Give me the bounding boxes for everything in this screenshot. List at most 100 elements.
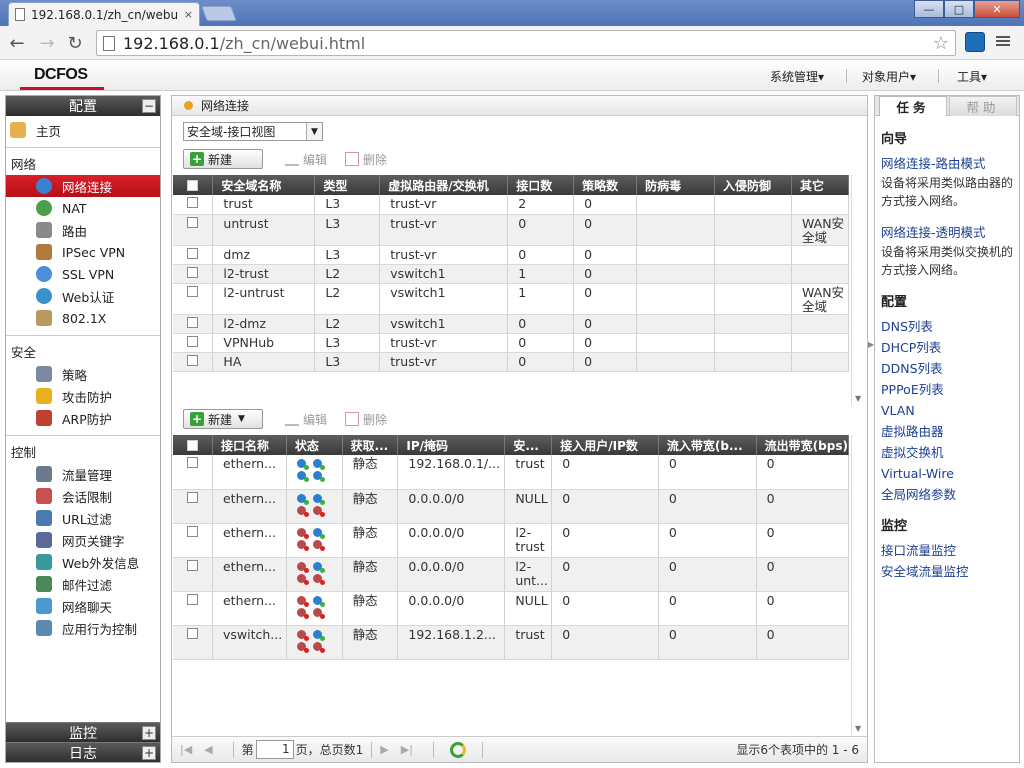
nav-web-keyword[interactable]: 网页关键字 xyxy=(6,529,160,551)
row-checkbox[interactable] xyxy=(173,195,214,215)
row-checkbox[interactable] xyxy=(173,352,214,372)
nav-arp-defense[interactable]: ARP防护 xyxy=(6,407,160,429)
config-link[interactable]: PPPoE列表 xyxy=(881,379,1013,400)
nav-nat[interactable]: NAT xyxy=(6,197,160,219)
column-header[interactable]: 入侵防御 xyxy=(714,175,792,195)
config-link[interactable]: Virtual-Wire xyxy=(881,463,1013,484)
config-link[interactable]: VLAN xyxy=(881,400,1013,421)
monitor-link[interactable]: 安全域流量监控 xyxy=(881,561,1013,582)
table-row[interactable]: ethern... 静态 0.0.0.0/0 NULL 0 0 0 xyxy=(173,591,849,626)
back-arrow-icon[interactable]: ← xyxy=(6,32,28,54)
view-select[interactable]: 安全域-接口视图 ▼ xyxy=(183,122,323,141)
table-row[interactable]: VPNHub L3 trust-vr 0 0 xyxy=(173,333,849,353)
row-checkbox[interactable] xyxy=(173,314,214,334)
collapse-icon[interactable]: − xyxy=(142,99,156,113)
monitor-section-header[interactable]: 监控 + xyxy=(6,722,160,742)
row-checkbox[interactable] xyxy=(173,557,213,592)
zone-scrollbar[interactable]: ▼ xyxy=(851,175,867,405)
table-row[interactable]: vswitch... 静态 192.168.1.2... trust 0 0 0 xyxy=(173,625,849,660)
expand-icon[interactable]: + xyxy=(142,726,156,740)
page-number-input[interactable]: 1 xyxy=(255,740,294,759)
extension-icon[interactable] xyxy=(965,32,985,52)
table-row[interactable]: ethern... 静态 192.168.0.1/... trust 0 0 0 xyxy=(173,455,849,490)
row-checkbox[interactable] xyxy=(173,245,214,265)
nav-im-chat[interactable]: 网络聊天 xyxy=(6,595,160,617)
tab-close-icon[interactable]: × xyxy=(184,8,193,21)
row-checkbox[interactable] xyxy=(173,591,213,626)
column-header[interactable]: 接入用户/IP数 xyxy=(551,435,659,455)
close-window-button[interactable]: ✕ xyxy=(974,0,1020,18)
column-header[interactable]: 策略数 xyxy=(573,175,638,195)
nav-traffic-management[interactable]: 流量管理 xyxy=(6,463,160,485)
column-header[interactable]: 安... xyxy=(504,435,553,455)
refresh-icon[interactable] xyxy=(449,741,466,758)
nav-8021x[interactable]: 802.1X xyxy=(6,307,160,329)
forward-arrow-icon[interactable]: → xyxy=(36,32,58,54)
column-header[interactable]: 状态 xyxy=(286,435,343,455)
reload-icon[interactable]: ↻ xyxy=(64,32,86,54)
nav-home[interactable]: 主页 xyxy=(6,119,160,141)
row-checkbox[interactable] xyxy=(173,455,213,490)
menu-system-management[interactable]: 系统管理▾ xyxy=(770,68,824,85)
nav-web-auth[interactable]: Web认证 xyxy=(6,285,160,307)
nav-url-filter[interactable]: URL过滤 xyxy=(6,507,160,529)
table-row[interactable]: HA L3 trust-vr 0 0 xyxy=(173,352,849,372)
minimize-button[interactable]: — xyxy=(914,0,944,18)
browser-menu-icon[interactable] xyxy=(996,34,1010,48)
config-link[interactable]: DHCP列表 xyxy=(881,337,1013,358)
zone-new-button[interactable]: + 新建 xyxy=(183,149,263,169)
zone-delete-button[interactable]: 删除 xyxy=(345,151,387,168)
scroll-down-icon[interactable]: ▼ xyxy=(855,394,861,403)
bookmark-star-icon[interactable]: ☆ xyxy=(933,33,949,54)
select-all-checkbox[interactable] xyxy=(173,435,213,455)
column-header[interactable]: 流入带宽(b... xyxy=(658,435,757,455)
interface-edit-button[interactable]: 编辑 xyxy=(285,411,327,428)
last-page-icon[interactable]: ▶| xyxy=(401,743,413,756)
column-header[interactable]: 接口数 xyxy=(507,175,575,195)
row-checkbox[interactable] xyxy=(173,264,214,284)
nav-network-connection[interactable]: 网络连接 xyxy=(6,175,160,197)
column-header[interactable]: 虚拟路由器/交换机 xyxy=(379,175,509,195)
next-page-icon[interactable]: ▶ xyxy=(380,743,388,756)
column-header[interactable]: 防病毒 xyxy=(636,175,716,195)
nav-web-outbound[interactable]: Web外发信息 xyxy=(6,551,160,573)
table-row[interactable]: l2-untrust L2 vswitch1 1 0 WAN安全域 xyxy=(173,283,849,315)
config-link[interactable]: DNS列表 xyxy=(881,316,1013,337)
table-row[interactable]: ethern... 静态 0.0.0.0/0 NULL 0 0 0 xyxy=(173,489,849,524)
table-row[interactable]: trust L3 trust-vr 2 0 xyxy=(173,195,849,215)
nav-app-control[interactable]: 应用行为控制 xyxy=(6,617,160,639)
row-checkbox[interactable] xyxy=(173,283,214,315)
table-row[interactable]: ethern... 静态 0.0.0.0/0 l2-trust 0 0 0 xyxy=(173,523,849,558)
interface-new-button[interactable]: + 新建 ▼ xyxy=(183,409,263,429)
chevron-down-icon[interactable]: ▼ xyxy=(306,123,322,140)
column-header[interactable]: 接口名称 xyxy=(212,435,287,455)
row-checkbox[interactable] xyxy=(173,489,213,524)
nav-session-limit[interactable]: 会话限制 xyxy=(6,485,160,507)
tab-help[interactable]: 帮助 xyxy=(949,96,1017,116)
expand-icon[interactable]: + xyxy=(142,746,156,760)
interface-delete-button[interactable]: 删除 xyxy=(345,411,387,428)
tab-task[interactable]: 任务 xyxy=(879,96,947,116)
row-checkbox[interactable] xyxy=(173,333,214,353)
scroll-down-icon[interactable]: ▼ xyxy=(855,724,861,733)
zone-edit-button[interactable]: 编辑 xyxy=(285,151,327,168)
monitor-link[interactable]: 接口流量监控 xyxy=(881,540,1013,561)
prev-page-icon[interactable]: ◀ xyxy=(204,743,212,756)
table-row[interactable]: ethern... 静态 0.0.0.0/0 l2-unt... 0 0 0 xyxy=(173,557,849,592)
menu-object-user[interactable]: 对象用户▾ xyxy=(862,68,916,85)
nav-ssl-vpn[interactable]: SSL VPN xyxy=(6,263,160,285)
config-link[interactable]: 全局网络参数 xyxy=(881,484,1013,505)
address-bar[interactable]: 192.168.0.1/zh_cn/webui.html ☆ xyxy=(96,30,956,56)
select-all-checkbox[interactable] xyxy=(173,175,214,195)
config-link[interactable]: 虚拟交换机 xyxy=(881,442,1013,463)
column-header[interactable]: 安全域名称 xyxy=(212,175,316,195)
column-header[interactable]: 类型 xyxy=(314,175,381,195)
nav-route[interactable]: 路由 xyxy=(6,219,160,241)
nav-ipsec-vpn[interactable]: IPSec VPN xyxy=(6,241,160,263)
interface-scrollbar[interactable]: ▼ xyxy=(851,435,867,735)
nav-policy[interactable]: 策略 xyxy=(6,363,160,385)
config-link[interactable]: DDNS列表 xyxy=(881,358,1013,379)
chevron-down-icon[interactable]: ▼ xyxy=(238,414,245,424)
config-section-header[interactable]: 配置 − xyxy=(6,96,160,116)
maximize-button[interactable]: □ xyxy=(944,0,974,18)
